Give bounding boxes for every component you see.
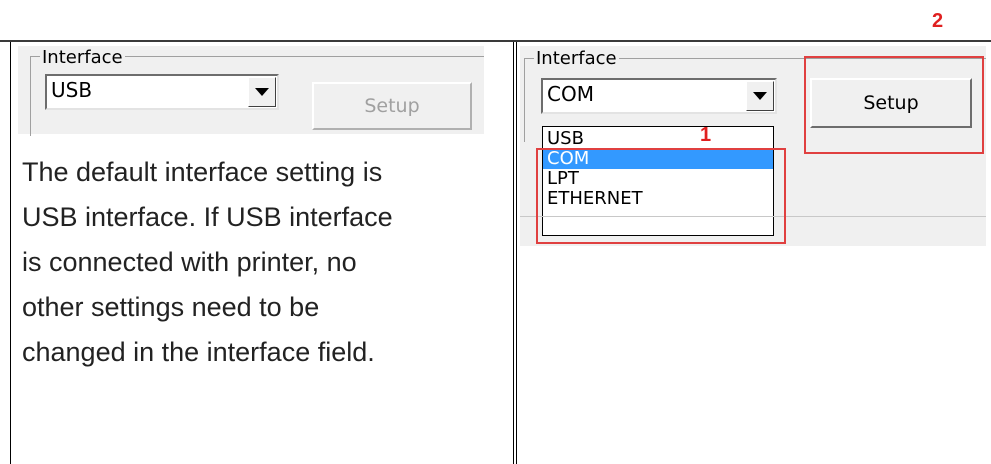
- callout-1-number: 1: [700, 124, 712, 146]
- chevron-down-icon: [255, 88, 269, 96]
- right-interface-group-label: Interface: [534, 48, 619, 69]
- right-interface-combo[interactable]: COM: [541, 78, 777, 114]
- right-combo-dropdown-button[interactable]: [746, 81, 774, 111]
- callout-2-box: [804, 56, 984, 154]
- callout-2-number: 2: [932, 10, 944, 32]
- right-combo-value: COM: [547, 82, 594, 106]
- description-line: is connected with printer, no: [22, 247, 357, 277]
- callout-1-box: [536, 148, 786, 244]
- left-combo-dropdown-button[interactable]: [248, 77, 276, 107]
- chevron-down-icon: [753, 92, 767, 100]
- left-interface-combo[interactable]: USB: [45, 74, 279, 110]
- description-line: other settings need to be: [22, 292, 320, 322]
- description-line: changed in the interface field.: [22, 337, 375, 367]
- right-cell-border: [516, 42, 517, 464]
- left-interface-group-label: Interface: [40, 47, 125, 68]
- left-setup-label: Setup: [364, 95, 420, 117]
- description-line: USB interface. If USB interface: [22, 202, 393, 232]
- left-combo-value: USB: [51, 78, 93, 102]
- option-usb[interactable]: USB: [543, 129, 773, 149]
- left-setup-button[interactable]: Setup: [312, 82, 472, 130]
- left-interface-panel: Interface USB Setup: [18, 46, 484, 136]
- interface-description: The default interface setting is USB int…: [22, 150, 502, 375]
- description-line: The default interface setting is: [22, 157, 383, 187]
